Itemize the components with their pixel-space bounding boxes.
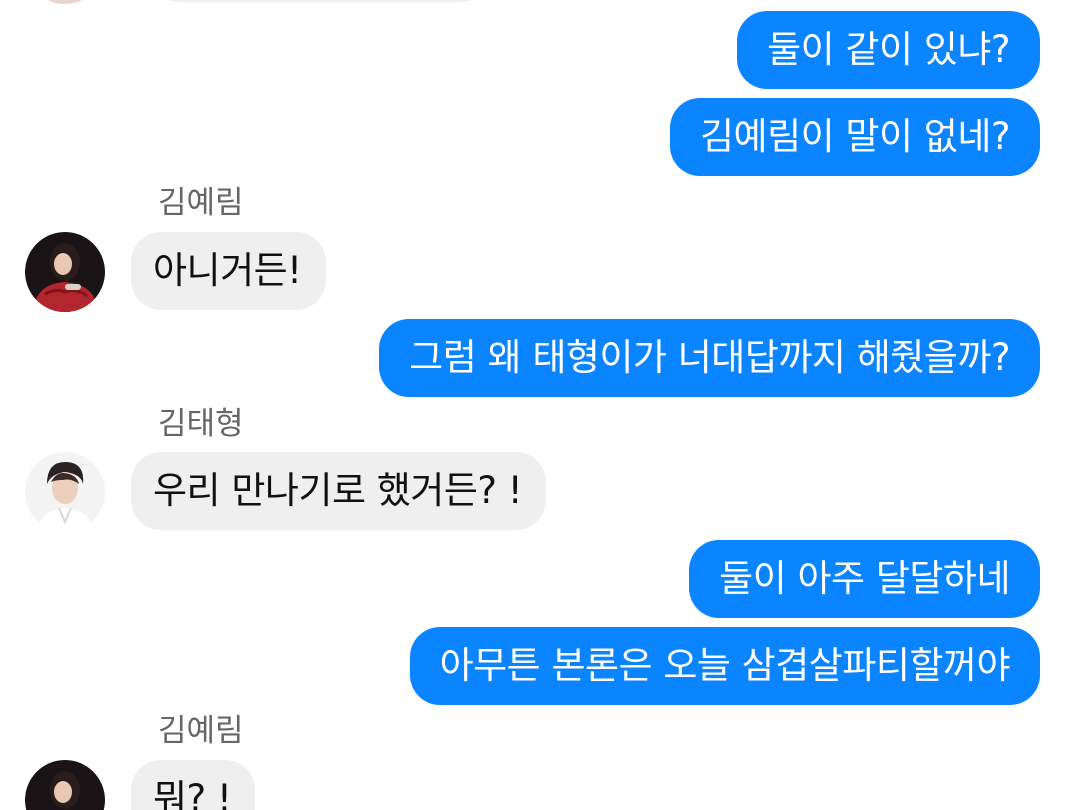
incoming-message[interactable]: 우리 만나기로 했거든? ! bbox=[131, 452, 547, 530]
avatar-white-shirt-icon bbox=[25, 452, 105, 532]
incoming-message[interactable]: 뭐? ! bbox=[131, 760, 256, 810]
avatar-yerim[interactable] bbox=[25, 760, 105, 810]
outgoing-message[interactable]: 그럼 왜 태형이가 너대답까지 해줬을까? bbox=[379, 319, 1040, 397]
outgoing-message[interactable]: 둘이 아주 달달하네 bbox=[689, 540, 1040, 618]
avatar-red-sweater-icon bbox=[25, 232, 105, 312]
outgoing-message[interactable]: 둘이 같이 있냐? bbox=[737, 11, 1040, 89]
previous-message-remnant bbox=[150, 0, 490, 2]
sender-name: 김예림 bbox=[158, 185, 244, 221]
sender-name: 김태형 bbox=[158, 406, 244, 442]
outgoing-message[interactable]: 아무튼 본론은 오늘 삼겹살파티할꺼야 bbox=[409, 627, 1040, 705]
sender-name: 김예림 bbox=[158, 713, 244, 749]
chat-thread[interactable]: 둘이 같이 있냐? 김예림이 말이 없네? 김예림 아니거든! 그럼 왜 태형이… bbox=[0, 0, 1080, 810]
incoming-message[interactable]: 아니거든! bbox=[131, 232, 326, 310]
avatar-red-sweater-icon bbox=[25, 760, 105, 810]
outgoing-message[interactable]: 김예림이 말이 없네? bbox=[670, 98, 1040, 176]
avatar-taehyung[interactable] bbox=[25, 452, 105, 532]
avatar-yerim[interactable] bbox=[25, 232, 105, 312]
previous-avatar-remnant bbox=[25, 0, 105, 4]
